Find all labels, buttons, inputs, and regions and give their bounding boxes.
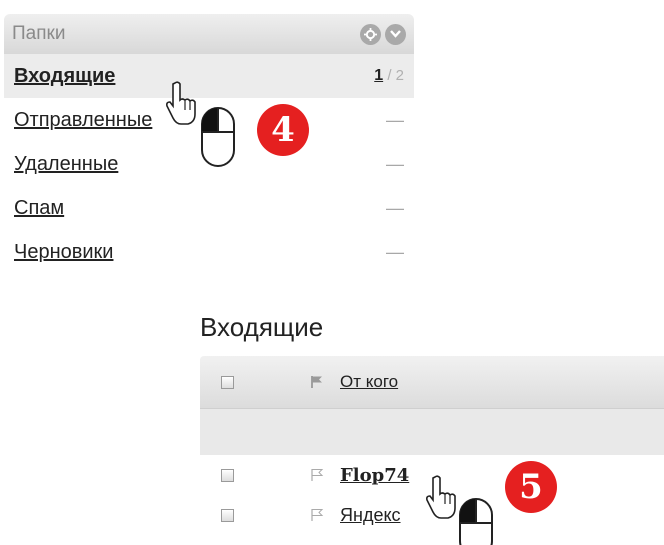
folders-title: Папки xyxy=(12,23,66,44)
folder-drafts[interactable]: Черновики — xyxy=(4,230,414,274)
mouse-icon xyxy=(201,107,235,167)
folder-count: — xyxy=(386,153,404,174)
folder-count: — xyxy=(386,241,404,262)
folder-count: 1 / 2 xyxy=(374,67,404,85)
folder-count: — xyxy=(386,197,404,218)
mail-sender[interactable]: Яндекс xyxy=(340,505,401,526)
step-badge-4: 4 xyxy=(257,104,309,156)
mail-sender[interactable]: Flop74 xyxy=(340,465,409,486)
mail-checkbox[interactable] xyxy=(221,468,234,482)
select-all-checkbox[interactable] xyxy=(221,375,234,389)
mail-checkbox[interactable] xyxy=(221,508,234,522)
folders-header: Папки xyxy=(4,14,414,54)
inbox-header: От кого xyxy=(200,356,664,409)
column-from[interactable]: От кого xyxy=(340,372,398,392)
mouse-icon xyxy=(459,498,493,545)
gear-icon[interactable] xyxy=(360,23,381,45)
inbox-title: Входящие xyxy=(200,312,324,342)
step-badge-5: 5 xyxy=(505,461,557,513)
unread-count[interactable]: 1 xyxy=(374,67,383,84)
total-count: / 2 xyxy=(387,67,404,84)
flag-icon[interactable] xyxy=(310,375,324,389)
folder-label[interactable]: Черновики xyxy=(14,241,386,264)
inbox-spacer xyxy=(200,409,664,455)
flag-icon[interactable] xyxy=(310,508,324,522)
chevron-down-icon[interactable] xyxy=(385,23,406,45)
folder-inbox[interactable]: Входящие 1 / 2 xyxy=(4,54,414,98)
folder-count: — xyxy=(386,109,404,130)
folder-label[interactable]: Спам xyxy=(14,197,386,220)
folder-spam[interactable]: Спам — xyxy=(4,186,414,230)
flag-icon[interactable] xyxy=(310,468,324,482)
